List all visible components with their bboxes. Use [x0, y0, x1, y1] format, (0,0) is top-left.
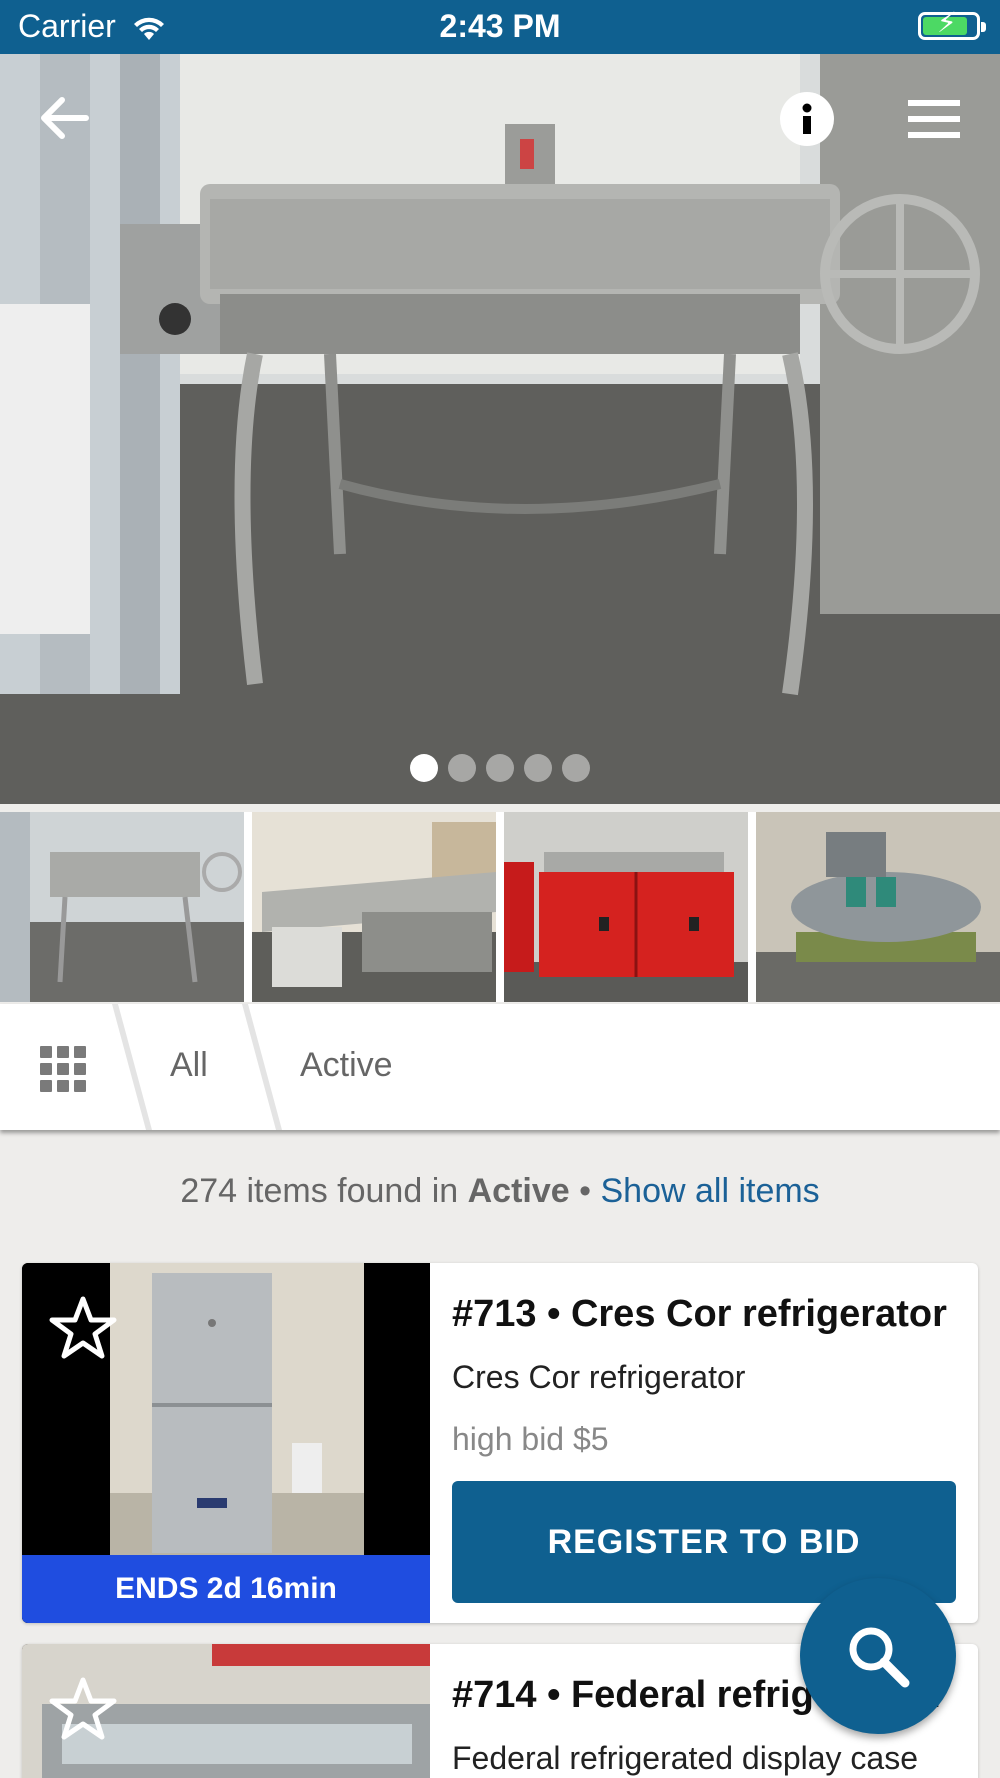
item-card[interactable]: ENDS 2d 16min #713 • Cres Cor refrigerat… [22, 1263, 978, 1623]
hero-photo-tilt-skillet [0, 54, 1000, 804]
item-title[interactable]: #713 • Cres Cor refrigerator [452, 1293, 952, 1336]
item-subtitle: Cres Cor refrigerator [452, 1359, 746, 1395]
item-high-bid: high bid $5 [452, 1421, 609, 1457]
thumbnail-air-compressor[interactable] [756, 812, 1000, 1002]
carousel-dot[interactable] [562, 754, 590, 782]
item-subtitle: Federal refrigerated display case [452, 1740, 919, 1776]
info-icon[interactable] [780, 92, 834, 146]
carousel-dot[interactable] [486, 754, 514, 782]
info-glyph [802, 103, 812, 134]
carousel-indicator [0, 754, 1000, 782]
item-image[interactable]: ENDS 2d 16min [22, 1263, 430, 1623]
thumbnail-strip [0, 812, 1000, 1002]
star-favorite-icon[interactable] [48, 1674, 118, 1744]
results-separator: • [579, 1172, 592, 1210]
tab-active[interactable]: Active [300, 1046, 393, 1085]
grid-icon[interactable] [40, 1046, 86, 1092]
battery-icon: ⚡ [918, 7, 986, 40]
hero-image[interactable] [0, 54, 1000, 804]
tab-separator [112, 1004, 152, 1130]
arrow-left-icon[interactable] [36, 90, 92, 146]
carousel-dot[interactable] [448, 754, 476, 782]
results-summary: 274 items found in Active • Show all ite… [0, 1172, 1000, 1211]
star-favorite-icon[interactable] [48, 1293, 118, 1363]
results-count: 274 items found in [180, 1172, 459, 1210]
carousel-dot[interactable] [410, 754, 438, 782]
status-bar: Carrier 2:43 PM ⚡ [0, 0, 1000, 54]
tab-separator [242, 1004, 282, 1130]
thumbnail-prep-counter[interactable] [252, 812, 496, 1002]
thumbnail-tilt-skillet[interactable] [0, 812, 244, 1002]
show-all-items-link[interactable]: Show all items [600, 1172, 819, 1210]
tab-all[interactable]: All [170, 1046, 208, 1085]
ends-countdown-banner: ENDS 2d 16min [22, 1555, 430, 1623]
item-image[interactable] [22, 1644, 430, 1778]
carousel-dot[interactable] [524, 754, 552, 782]
status-time: 2:43 PM [439, 8, 561, 44]
search-icon [849, 1627, 910, 1688]
filter-tab-bar: All Active [0, 1004, 1000, 1130]
results-filter-name: Active [467, 1172, 570, 1210]
charging-bolt-icon: ⚡ [937, 7, 957, 38]
search-fab-button[interactable] [800, 1578, 956, 1734]
thumbnail-red-cabinet[interactable] [504, 812, 748, 1002]
hamburger-menu-icon[interactable] [908, 98, 960, 140]
